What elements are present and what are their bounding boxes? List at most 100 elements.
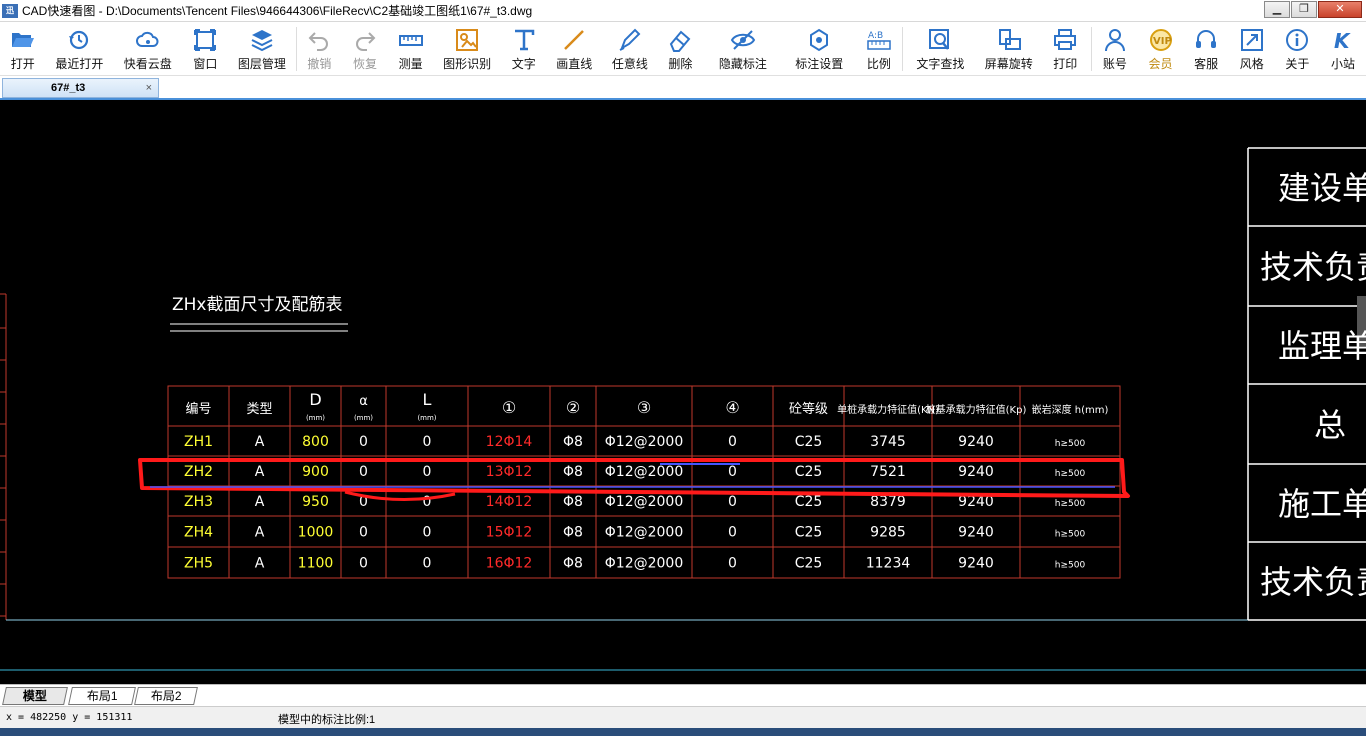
table-cell: ZH3 xyxy=(184,494,213,510)
history-icon xyxy=(66,27,92,53)
layout-tab-label: 布局2 xyxy=(150,689,182,703)
toolbar-label: 图层管理 xyxy=(237,57,286,71)
toolbar-label: 风格 xyxy=(1239,57,1264,71)
table-header-cell: L xyxy=(423,390,432,409)
maximize-button[interactable]: ❐ xyxy=(1291,1,1317,18)
text-icon xyxy=(511,27,537,53)
toolbar-history-button[interactable]: 最近打开 xyxy=(46,22,113,76)
toolbar-line-button[interactable]: 画直线 xyxy=(547,22,603,76)
table-cell: 3745 xyxy=(870,434,906,450)
main-toolbar: 打开 最近打开 快看云盘 窗口 图层管理 撤销 恢复 测量 图形识别 文字 画直线 任意线 删除 隐藏标注… xyxy=(0,22,1366,76)
cloud-icon xyxy=(135,27,161,53)
eraser-icon xyxy=(667,27,693,53)
toolbar-label: 隐藏标注 xyxy=(718,57,767,71)
toolbar-window-button[interactable]: 窗口 xyxy=(183,22,229,76)
toolbar-eraser-button[interactable]: 删除 xyxy=(658,22,704,76)
toolbar-pen-button[interactable]: 任意线 xyxy=(602,22,658,76)
table-cell: 8379 xyxy=(870,494,906,510)
table-cell: 0 xyxy=(728,434,737,450)
layout-tab-0[interactable]: 模型 xyxy=(2,687,68,705)
toolbar-label: 屏幕旋转 xyxy=(984,57,1033,71)
table-cell: 0 xyxy=(423,494,432,510)
layout-tabs: 模型 布局1 布局2 xyxy=(0,684,1366,706)
folder-open-icon xyxy=(10,27,36,53)
toolbar-label: 文字 xyxy=(511,57,536,71)
toolbar-label: 任意线 xyxy=(611,57,648,71)
toolbar-scale-button[interactable]: A:B 比例 xyxy=(856,22,902,76)
toolbar-print-button[interactable]: 打印 xyxy=(1040,22,1092,76)
table-cell: Φ8 xyxy=(563,556,583,572)
toolbar-text-search-button[interactable]: 文字查找 xyxy=(903,22,978,76)
table-cell: 9240 xyxy=(958,434,994,450)
info-icon xyxy=(1284,27,1310,53)
table-cell: 0 xyxy=(728,556,737,572)
cad-viewer-window: 迅 CAD快速看图 - D:\Documents\Tencent Files\9… xyxy=(0,0,1366,736)
table-cell: 0 xyxy=(359,464,368,480)
toolbar-text-button[interactable]: 文字 xyxy=(501,22,547,76)
table-cell: 0 xyxy=(359,556,368,572)
toolbar-folder-open-button[interactable]: 打开 xyxy=(0,22,46,76)
table-cell: C25 xyxy=(795,464,823,480)
shape-recognize-icon xyxy=(454,27,480,53)
toolbar-cloud-button[interactable]: 快看云盘 xyxy=(113,22,182,76)
table-header-unit: (mm) xyxy=(306,414,325,422)
toolbar-rotate-screen-button[interactable]: 屏幕旋转 xyxy=(978,22,1040,76)
table-cell: A xyxy=(255,556,265,572)
table-cell: Φ12@2000 xyxy=(605,464,683,480)
table-header-cell: 嵌岩深度 h(mm) xyxy=(1032,403,1109,416)
table-cell: 0 xyxy=(423,434,432,450)
layout-tab-1[interactable]: 布局1 xyxy=(68,687,136,705)
document-tab-close-icon[interactable]: × xyxy=(146,79,152,97)
table-cell: A xyxy=(255,434,265,450)
close-button[interactable]: ✕ xyxy=(1318,1,1362,18)
table-cell: 0 xyxy=(359,434,368,450)
toolbar-label: 会员 xyxy=(1148,57,1173,71)
table-cell: Φ8 xyxy=(563,464,583,480)
annotation-scale-text: 模型中的标注比例:1 xyxy=(278,714,376,726)
toolbar-label: 图形识别 xyxy=(443,57,492,71)
table-header-cell: ④ xyxy=(725,398,739,417)
rotate-screen-icon xyxy=(996,27,1022,53)
layers-icon xyxy=(249,27,275,53)
toolbar-shape-recognize-button[interactable]: 图形识别 xyxy=(433,22,500,76)
title-block-text: 监理单位 xyxy=(1278,327,1366,365)
minimize-button[interactable]: ▁ xyxy=(1264,1,1290,18)
table-cell: 0 xyxy=(728,494,737,510)
toolbar-undo-button[interactable]: 撤销 xyxy=(297,22,343,76)
toolbar-info-button[interactable]: 关于 xyxy=(1275,22,1321,76)
toolbar-redo-button[interactable]: 恢复 xyxy=(342,22,388,76)
table-cell: Φ8 xyxy=(563,434,583,450)
table-cell: 0 xyxy=(728,464,737,480)
table-title: ZHx截面尺寸及配筋表 xyxy=(172,295,343,315)
document-tab-strip: 67#_t3 × xyxy=(0,76,1366,100)
toolbar-headset-button[interactable]: 客服 xyxy=(1183,22,1229,76)
toolbar-vip-button[interactable]: VIP 会员 xyxy=(1138,22,1184,76)
table-cell: 9240 xyxy=(958,525,994,541)
text-search-icon xyxy=(927,27,953,53)
layout-tab-2[interactable]: 布局2 xyxy=(134,687,198,705)
toolbar-label: 测量 xyxy=(398,57,423,71)
headset-icon xyxy=(1193,27,1219,53)
annotation-settings-icon xyxy=(806,27,832,53)
toolbar-user-button[interactable]: 账号 xyxy=(1092,22,1138,76)
toolbar-k-station-button[interactable]: K 小站 xyxy=(1320,22,1366,76)
toolbar-label: 打开 xyxy=(10,57,35,71)
toolbar-annotation-settings-button[interactable]: 标注设置 xyxy=(783,22,856,76)
table-header-cell: ② xyxy=(566,398,580,417)
document-tab[interactable]: 67#_t3 × xyxy=(2,78,159,98)
table-cell: 7521 xyxy=(870,464,906,480)
window-controls: ▁ ❐ ✕ xyxy=(1263,1,1362,18)
table-cell: 9240 xyxy=(958,556,994,572)
document-tab-name: 67#_t3 xyxy=(51,82,86,94)
toolbar-style-button[interactable]: 风格 xyxy=(1229,22,1275,76)
table-cell: Φ8 xyxy=(563,494,583,510)
toolbar-eye-hide-button[interactable]: 隐藏标注 xyxy=(703,22,782,76)
table-cell: 0 xyxy=(423,556,432,572)
measure-icon xyxy=(398,27,424,53)
toolbar-layers-button[interactable]: 图层管理 xyxy=(228,22,295,76)
toolbar-measure-button[interactable]: 测量 xyxy=(388,22,434,76)
style-icon xyxy=(1239,27,1265,53)
drawing-canvas[interactable]: ZHx截面尺寸及配筋表 编号 类型 Dα L ① ② ③ ④ 砼等级 单桩承载力特征值(KN) 桩基承… xyxy=(0,100,1366,684)
table-cell: 15Φ12 xyxy=(486,525,533,541)
toolbar-label: 画直线 xyxy=(556,57,593,71)
